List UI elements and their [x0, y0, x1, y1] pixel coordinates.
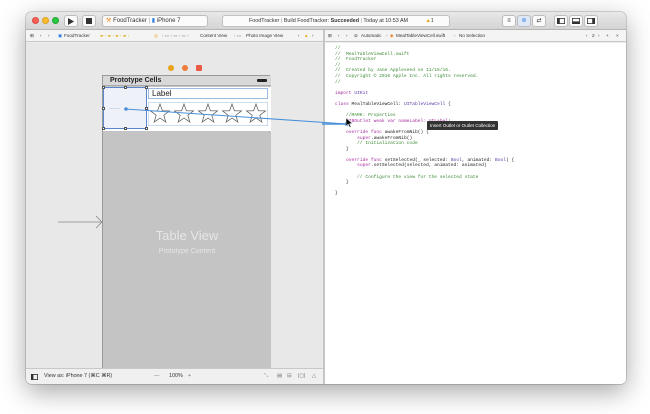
insert-outlet-tooltip: Insert Outlet or Outlet Collection: [427, 121, 499, 130]
mouse-cursor-icon: [346, 118, 354, 128]
connection-drag-line: [124, 107, 350, 127]
xcode-window: ⚒ FoodTracker | ▮ iPhone 7 FoodTracker |…: [26, 12, 626, 384]
